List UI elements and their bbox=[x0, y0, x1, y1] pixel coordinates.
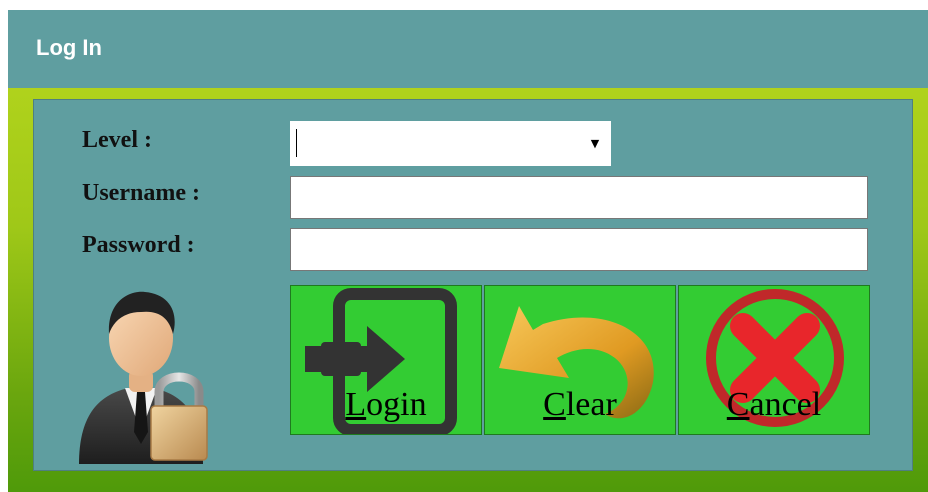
login-button-label: Login bbox=[345, 386, 427, 423]
chevron-down-icon[interactable]: ▼ bbox=[579, 121, 611, 166]
password-field[interactable] bbox=[290, 228, 868, 271]
window-title: Log In bbox=[36, 35, 102, 60]
user-lock-icon bbox=[79, 291, 208, 464]
clear-button[interactable]: Clear bbox=[484, 285, 676, 435]
level-select[interactable]: ▼ bbox=[290, 121, 611, 166]
cancel-button[interactable]: Cancel bbox=[678, 285, 870, 435]
login-window: Log In Level : Username : Password : ▼ L… bbox=[8, 10, 928, 492]
cancel-button-label: Cancel bbox=[726, 386, 822, 423]
login-panel: Level : Username : Password : ▼ Login Cl… bbox=[33, 99, 913, 471]
username-field[interactable] bbox=[290, 176, 868, 219]
login-button[interactable]: Login bbox=[290, 285, 482, 435]
username-label: Username : bbox=[82, 180, 200, 206]
window-titlebar: Log In bbox=[8, 10, 928, 88]
level-label: Level : bbox=[82, 127, 152, 153]
text-cursor bbox=[296, 129, 297, 157]
password-label: Password : bbox=[82, 232, 195, 258]
clear-button-label: Clear bbox=[543, 386, 617, 423]
